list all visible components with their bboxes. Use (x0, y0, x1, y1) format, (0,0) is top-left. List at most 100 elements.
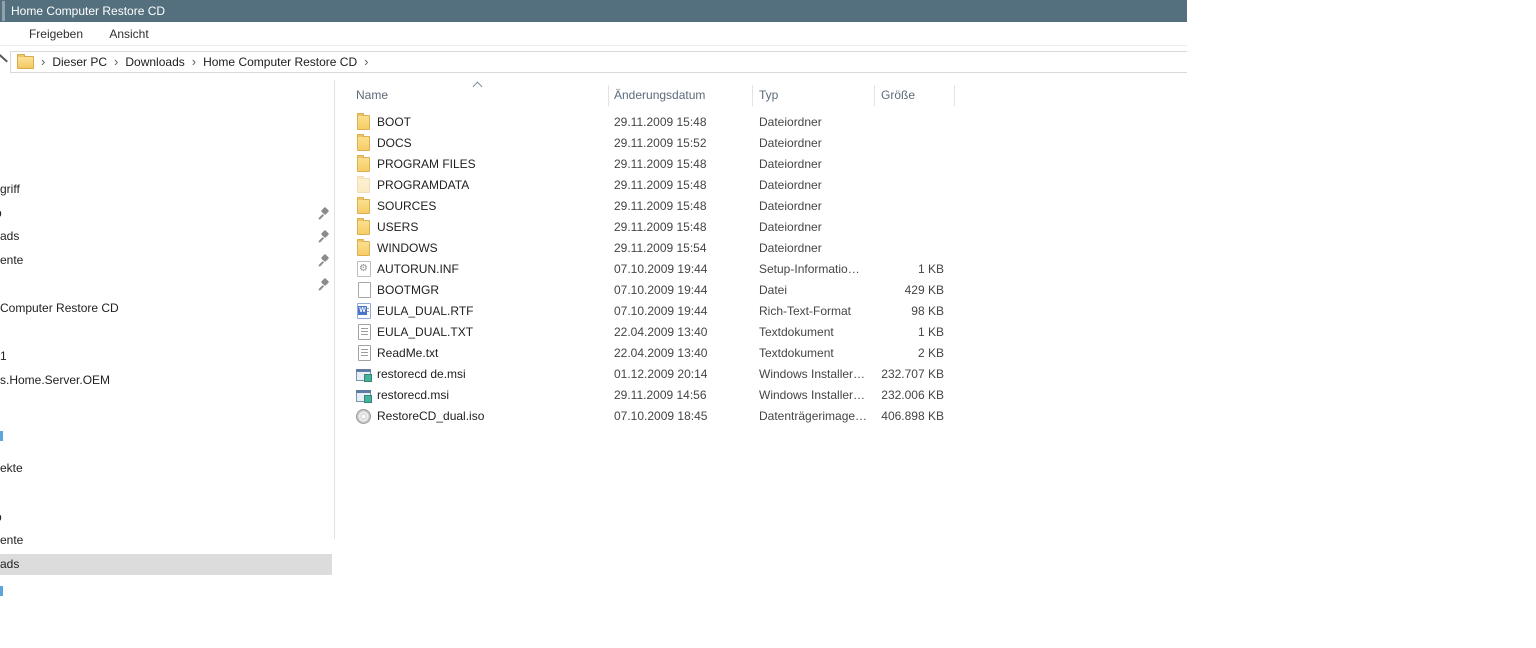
file-row[interactable]: EULA_DUAL.TXT 22.04.2009 13:40 Textdokumen… (335, 322, 1187, 343)
titlebar-edge-strip (2, 1, 5, 21)
file-type: Dateiordner (759, 241, 822, 255)
file-row[interactable]: WINDOWS 29.11.2009 15:54 Dateiordner (335, 238, 1187, 259)
file-size: 232.707 KB (881, 367, 944, 381)
column-divider[interactable] (954, 85, 955, 106)
column-header-size[interactable]: Größe (881, 87, 915, 103)
file-size: 406.898 KB (881, 409, 944, 423)
sidebar-item[interactable]: 1 (0, 346, 332, 367)
file-row[interactable]: PROGRAMDATA 29.11.2009 15:48 Dateiordner (335, 175, 1187, 196)
sidebar-item-label: Computer Restore CD (0, 301, 119, 315)
ribbon-tabstrip: Freigeben Ansicht (0, 22, 1187, 46)
file-row[interactable]: ReadMe.txt 22.04.2009 13:40 Textdokument 2 … (335, 343, 1187, 364)
file-row[interactable]: DOCS 29.11.2009 15:52 Dateiordner (335, 133, 1187, 154)
file-date: 29.11.2009 15:48 (614, 115, 707, 129)
file-type: Rich-Text-Format (759, 304, 852, 318)
setup-information-icon (357, 261, 371, 277)
breadcrumb-separator-icon[interactable]: › (41, 52, 45, 72)
file-type: Datei (759, 283, 788, 297)
sidebar-item[interactable]: p (0, 507, 332, 528)
column-divider[interactable] (752, 85, 753, 106)
file-name: USERS (377, 220, 419, 234)
column-divider[interactable] (874, 85, 875, 106)
sidebar-item[interactable] (0, 580, 332, 601)
column-divider[interactable] (608, 85, 609, 106)
folder-icon (357, 113, 370, 130)
file-type: Datenträgerimage… (759, 409, 868, 423)
sidebar-item-label: 1 (0, 349, 7, 363)
file-name: BOOT (377, 115, 412, 129)
file-type: Dateiordner (759, 220, 822, 234)
sidebar-item[interactable]: Computer Restore CD (0, 298, 332, 319)
pin-icon[interactable] (316, 278, 329, 291)
file-row[interactable]: BOOTMGR 07.10.2009 19:44 Datei 429 KB (335, 280, 1187, 301)
sidebar-item[interactable]: ente (0, 250, 332, 271)
folder-icon (357, 155, 370, 172)
file-row[interactable]: AUTORUN.INF 07.10.2009 19:44 Setup-Informa… (335, 259, 1187, 280)
ribbon-tab-ansicht[interactable]: Ansicht (104, 22, 154, 46)
pin-icon[interactable] (316, 230, 329, 243)
breadcrumb-item[interactable]: Home Computer Restore CD (203, 52, 357, 72)
sidebar-item-label: ente (0, 253, 24, 267)
pin-icon[interactable] (316, 207, 329, 220)
breadcrumb-item[interactable]: Downloads (125, 52, 184, 72)
file-date: 07.10.2009 19:44 (614, 283, 708, 297)
file-type: Dateiordner (759, 157, 822, 171)
file-row[interactable]: EULA_DUAL.RTF 07.10.2009 19:44 Rich-Text-F… (335, 301, 1187, 322)
breadcrumb-separator-icon[interactable]: › (114, 52, 118, 72)
up-arrow-icon[interactable] (0, 53, 8, 63)
sidebar-item[interactable]: ekte (0, 458, 332, 479)
rtf-document-icon (357, 303, 371, 319)
file-row[interactable]: USERS 29.11.2009 15:48 Dateiordner (335, 217, 1187, 238)
file-name: WINDOWS (377, 241, 438, 255)
ribbon-tab-freigeben[interactable]: Freigeben (28, 22, 84, 46)
breadcrumb-separator-icon[interactable]: › (192, 52, 196, 72)
file-row[interactable]: RestoreCD_dual.iso 07.10.2009 18:45 Datent… (335, 406, 1187, 427)
navigation-pane: griff p ads ente Computer Restore CD 1 s.Home.… (0, 80, 334, 596)
sidebar-item[interactable]: ads (0, 226, 332, 247)
sidebar-item[interactable]: griff (0, 179, 332, 200)
installer-package-icon (356, 369, 372, 382)
sidebar-item[interactable]: p (0, 203, 332, 224)
file-name: DOCS (377, 136, 412, 150)
file-row[interactable]: PROGRAM FILES 29.11.2009 15:48 Dateiordner (335, 154, 1187, 175)
file-icon (358, 282, 371, 298)
address-bar[interactable]: › Dieser PC › Downloads › Home Computer Resto… (10, 51, 1187, 73)
sidebar-item-label: ads (0, 557, 20, 571)
breadcrumb-item[interactable]: Dieser PC (52, 52, 107, 72)
file-row[interactable]: SOURCES 29.11.2009 15:48 Dateiordner (335, 196, 1187, 217)
sidebar-item-label: p (0, 507, 2, 528)
file-date: 29.11.2009 15:52 (614, 136, 707, 150)
folder-icon (357, 197, 370, 214)
column-header-row: Name Änderungsdatum Typ Größe (335, 80, 1187, 110)
file-type: Textdokument (759, 325, 834, 339)
window-title: Home Computer Restore CD (11, 4, 166, 18)
text-document-icon (358, 324, 371, 340)
column-header-type[interactable]: Typ (759, 87, 778, 103)
column-header-date[interactable]: Änderungsdatum (614, 87, 705, 103)
sidebar-icon-fragment (0, 431, 3, 441)
file-row[interactable]: BOOT 29.11.2009 15:48 Dateiordner (335, 112, 1187, 133)
file-size: 232.006 KB (881, 388, 944, 402)
breadcrumb-separator-icon[interactable]: › (364, 52, 368, 72)
sidebar-item-label: ekte (0, 461, 23, 475)
file-name: EULA_DUAL.RTF (377, 304, 474, 318)
folder-icon (357, 218, 370, 235)
column-header-name[interactable]: Name (356, 87, 388, 103)
file-size: 1 KB (917, 325, 944, 339)
sort-ascending-icon[interactable] (472, 81, 483, 92)
sidebar-item[interactable]: ente (0, 530, 332, 551)
file-type: Windows Installer… (759, 388, 866, 402)
file-type: Dateiordner (759, 178, 822, 192)
file-row[interactable]: restorecd de.msi 01.12.2009 20:14 Windows … (335, 364, 1187, 385)
sidebar-item[interactable]: ads (0, 554, 332, 575)
sidebar-item[interactable] (0, 425, 332, 446)
file-size: 429 KB (904, 283, 944, 297)
titlebar: Home Computer Restore CD (0, 0, 1187, 22)
file-row[interactable]: restorecd.msi 29.11.2009 14:56 Windows Ins… (335, 385, 1187, 406)
sidebar-item[interactable]: s.Home.Server.OEM (0, 370, 332, 391)
file-type: Dateiordner (759, 115, 822, 129)
file-list: Name Änderungsdatum Typ Größe BOOT 29.11.… (335, 80, 1187, 539)
sidebar-item[interactable] (0, 274, 332, 295)
installer-package-icon (356, 390, 372, 403)
pin-icon[interactable] (316, 254, 329, 267)
